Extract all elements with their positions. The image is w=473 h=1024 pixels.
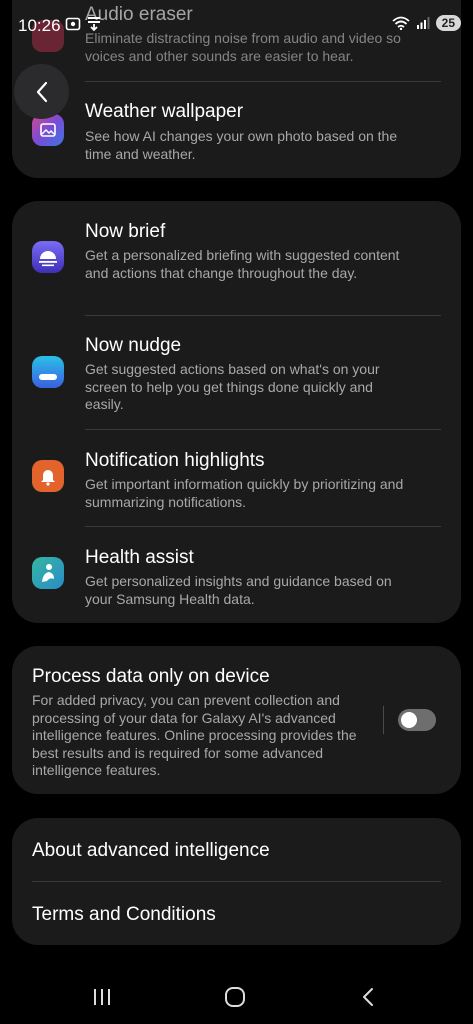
recent-apps-button[interactable]: [82, 982, 122, 1012]
download-icon: [88, 17, 100, 32]
toggle-knob: [401, 712, 417, 728]
now-nudge-title: Now nudge: [85, 335, 182, 356]
health-assist-icon: [32, 557, 64, 589]
toggle-separator: [383, 706, 384, 734]
info-card: About advanced intelligence Terms and Co…: [12, 818, 461, 945]
home-icon: [225, 987, 245, 1007]
back-button[interactable]: [14, 64, 69, 119]
now-brief-desc: Get a personalized briefing with suggest…: [85, 247, 400, 281]
health-assist-desc: Get personalized insights and guidance b…: [85, 573, 392, 607]
process-on-device-toggle[interactable]: [398, 709, 436, 731]
process-on-device-desc: For added privacy, you can prevent colle…: [32, 692, 357, 778]
status-notification-icons: [65, 16, 101, 32]
health-assist-item[interactable]: Health assist Get personalized insights …: [12, 527, 461, 623]
about-advanced-intelligence[interactable]: About advanced intelligence: [12, 818, 461, 881]
now-nudge-item[interactable]: Now nudge Get suggested actions based on…: [12, 316, 461, 430]
weather-wallpaper-icon: [32, 114, 64, 146]
nav-back-icon: [363, 988, 373, 1006]
navigation-bar: [0, 968, 473, 1024]
screenshot-icon: [65, 17, 81, 31]
battery-indicator: 25: [435, 15, 461, 31]
weather-wallpaper-item[interactable]: Weather wallpaper See how AI changes you…: [12, 82, 461, 178]
process-on-device-card[interactable]: Process data only on device For added pr…: [12, 646, 461, 794]
now-brief-icon: [32, 241, 64, 273]
health-assist-title: Health assist: [85, 547, 194, 568]
notification-highlights-desc: Get important information quickly by pri…: [85, 476, 404, 510]
features-card: Now brief Get a personalized briefing wi…: [12, 201, 461, 623]
notification-highlights-icon: [32, 460, 64, 492]
now-nudge-desc: Get suggested actions based on what's on…: [85, 361, 380, 412]
back-arrow-icon: [36, 81, 47, 102]
wifi-icon: [392, 16, 410, 30]
now-brief-title: Now brief: [85, 221, 166, 242]
status-bar: 10:26 25: [0, 0, 473, 52]
home-button[interactable]: [215, 982, 255, 1012]
recent-apps-icon: [94, 989, 110, 1005]
weather-wallpaper-desc: See how AI changes your own photo based …: [85, 128, 398, 162]
now-brief-item[interactable]: Now brief Get a personalized briefing wi…: [12, 201, 461, 315]
status-time: 10:26: [18, 16, 61, 35]
about-label: About advanced intelligence: [32, 840, 270, 861]
terms-and-conditions[interactable]: Terms and Conditions: [12, 882, 461, 945]
status-system-icons: 25: [392, 15, 461, 31]
process-on-device-title: Process data only on device: [32, 666, 270, 687]
weather-wallpaper-title: Weather wallpaper: [85, 101, 244, 122]
signal-icon: [416, 17, 430, 29]
nav-back-button[interactable]: [348, 982, 388, 1012]
notification-highlights-item[interactable]: Notification highlights Get important in…: [12, 430, 461, 526]
terms-label: Terms and Conditions: [32, 904, 216, 925]
notification-highlights-title: Notification highlights: [85, 450, 265, 471]
now-nudge-icon: [32, 356, 64, 388]
